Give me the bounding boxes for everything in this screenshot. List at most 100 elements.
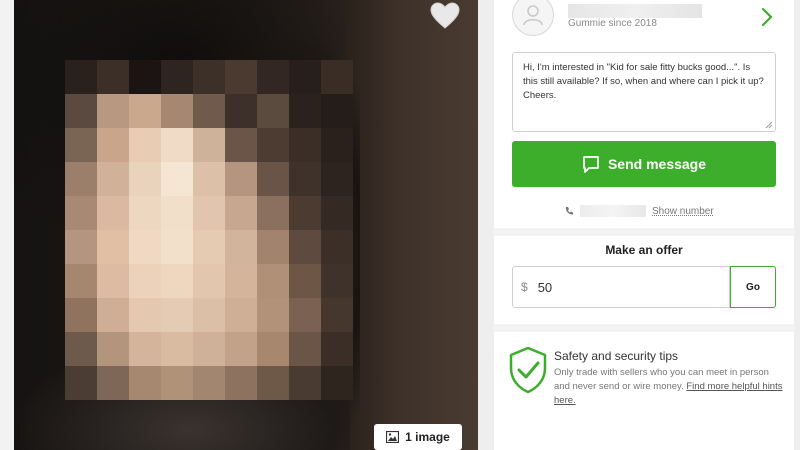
pixel-block: [289, 230, 321, 264]
resize-grip-icon[interactable]: [765, 121, 773, 129]
shield-check-icon: [509, 346, 547, 394]
pixel-block: [257, 332, 289, 366]
pixel-block: [257, 264, 289, 298]
pixel-block: [289, 264, 321, 298]
pixel-block: [225, 366, 257, 400]
pixel-block: [257, 196, 289, 230]
section-divider: [494, 324, 794, 332]
photo-left-edge: [0, 0, 14, 450]
pixelated-face: [65, 60, 353, 400]
user-avatar-icon: [512, 0, 554, 36]
phone-reveal-row: Show number: [564, 203, 734, 219]
offer-go-button[interactable]: Go: [730, 266, 776, 308]
pixel-block: [161, 128, 193, 162]
message-textarea[interactable]: Hi, I'm interested in "Kid for sale fitt…: [512, 52, 776, 132]
image-icon: [386, 431, 400, 443]
pixel-block: [257, 60, 289, 94]
pixel-block: [321, 230, 353, 264]
pixel-block: [321, 366, 353, 400]
send-message-button[interactable]: Send message: [512, 141, 776, 187]
pixel-block: [129, 332, 161, 366]
pixel-block: [225, 60, 257, 94]
pixel-block: [193, 298, 225, 332]
pixel-block: [65, 60, 97, 94]
pixel-block: [129, 298, 161, 332]
pixel-block: [129, 60, 161, 94]
section-divider: [494, 228, 794, 236]
pixel-block: [193, 60, 225, 94]
show-number-link[interactable]: Show number: [652, 206, 714, 217]
pixel-block: [97, 60, 129, 94]
pixel-block: [129, 230, 161, 264]
pixel-block: [225, 196, 257, 230]
chat-bubble-icon: [583, 155, 599, 173]
pixel-block: [161, 230, 193, 264]
pixel-block: [289, 128, 321, 162]
pixel-block: [97, 230, 129, 264]
pixel-block: [257, 230, 289, 264]
pixel-block: [65, 332, 97, 366]
image-count-badge[interactable]: 1 image: [374, 424, 462, 450]
offer-amount-input[interactable]: $ 50: [512, 266, 730, 308]
pixel-block: [289, 298, 321, 332]
pixel-block: [225, 128, 257, 162]
pixel-block: [161, 298, 193, 332]
pixel-block: [65, 230, 97, 264]
pixel-block: [97, 94, 129, 128]
pixel-block: [225, 162, 257, 196]
pixel-block: [65, 128, 97, 162]
phone-icon: [565, 207, 573, 215]
pixel-block: [161, 366, 193, 400]
pixel-block: [257, 128, 289, 162]
heart-icon[interactable]: [430, 2, 460, 30]
pixel-block: [65, 298, 97, 332]
seller-name-redacted: [568, 4, 702, 18]
pixel-block: [321, 60, 353, 94]
pixel-block: [321, 128, 353, 162]
pixel-block: [97, 366, 129, 400]
pixel-block: [289, 60, 321, 94]
pixel-block: [65, 94, 97, 128]
pixel-block: [321, 332, 353, 366]
currency-symbol: $: [521, 280, 528, 294]
pixel-block: [65, 264, 97, 298]
message-text: Hi, I'm interested in "Kid for sale fitt…: [523, 62, 764, 101]
seller-summary[interactable]: Gummie since 2018: [494, 0, 794, 38]
pixel-block: [193, 196, 225, 230]
pixel-block: [193, 264, 225, 298]
listing-photo[interactable]: 1 image: [0, 0, 478, 450]
pixel-block: [321, 94, 353, 128]
pixel-block: [97, 196, 129, 230]
image-count-label: 1 image: [405, 430, 450, 444]
pixel-block: [129, 264, 161, 298]
pixel-block: [193, 162, 225, 196]
pixel-block: [97, 298, 129, 332]
pixel-block: [257, 366, 289, 400]
pixel-block: [321, 196, 353, 230]
pixel-block: [161, 60, 193, 94]
pixel-block: [161, 162, 193, 196]
offer-title: Make an offer: [605, 243, 683, 257]
pixel-block: [65, 196, 97, 230]
pixel-block: [225, 298, 257, 332]
pixel-block: [161, 264, 193, 298]
photo-right-region: [346, 0, 478, 450]
pixel-block: [289, 366, 321, 400]
pixel-block: [225, 332, 257, 366]
pixel-block: [193, 332, 225, 366]
chevron-right-icon[interactable]: [760, 6, 774, 28]
pixel-block: [321, 162, 353, 196]
pixel-block: [321, 264, 353, 298]
pixel-block: [129, 128, 161, 162]
pixel-block: [193, 366, 225, 400]
pixel-block: [289, 332, 321, 366]
pixel-block: [289, 94, 321, 128]
pixel-block: [193, 94, 225, 128]
pixel-block: [161, 196, 193, 230]
pixel-block: [161, 332, 193, 366]
pixel-block: [225, 94, 257, 128]
pixel-block: [193, 230, 225, 264]
pixel-block: [289, 162, 321, 196]
pixel-block: [257, 162, 289, 196]
pixel-block: [161, 94, 193, 128]
